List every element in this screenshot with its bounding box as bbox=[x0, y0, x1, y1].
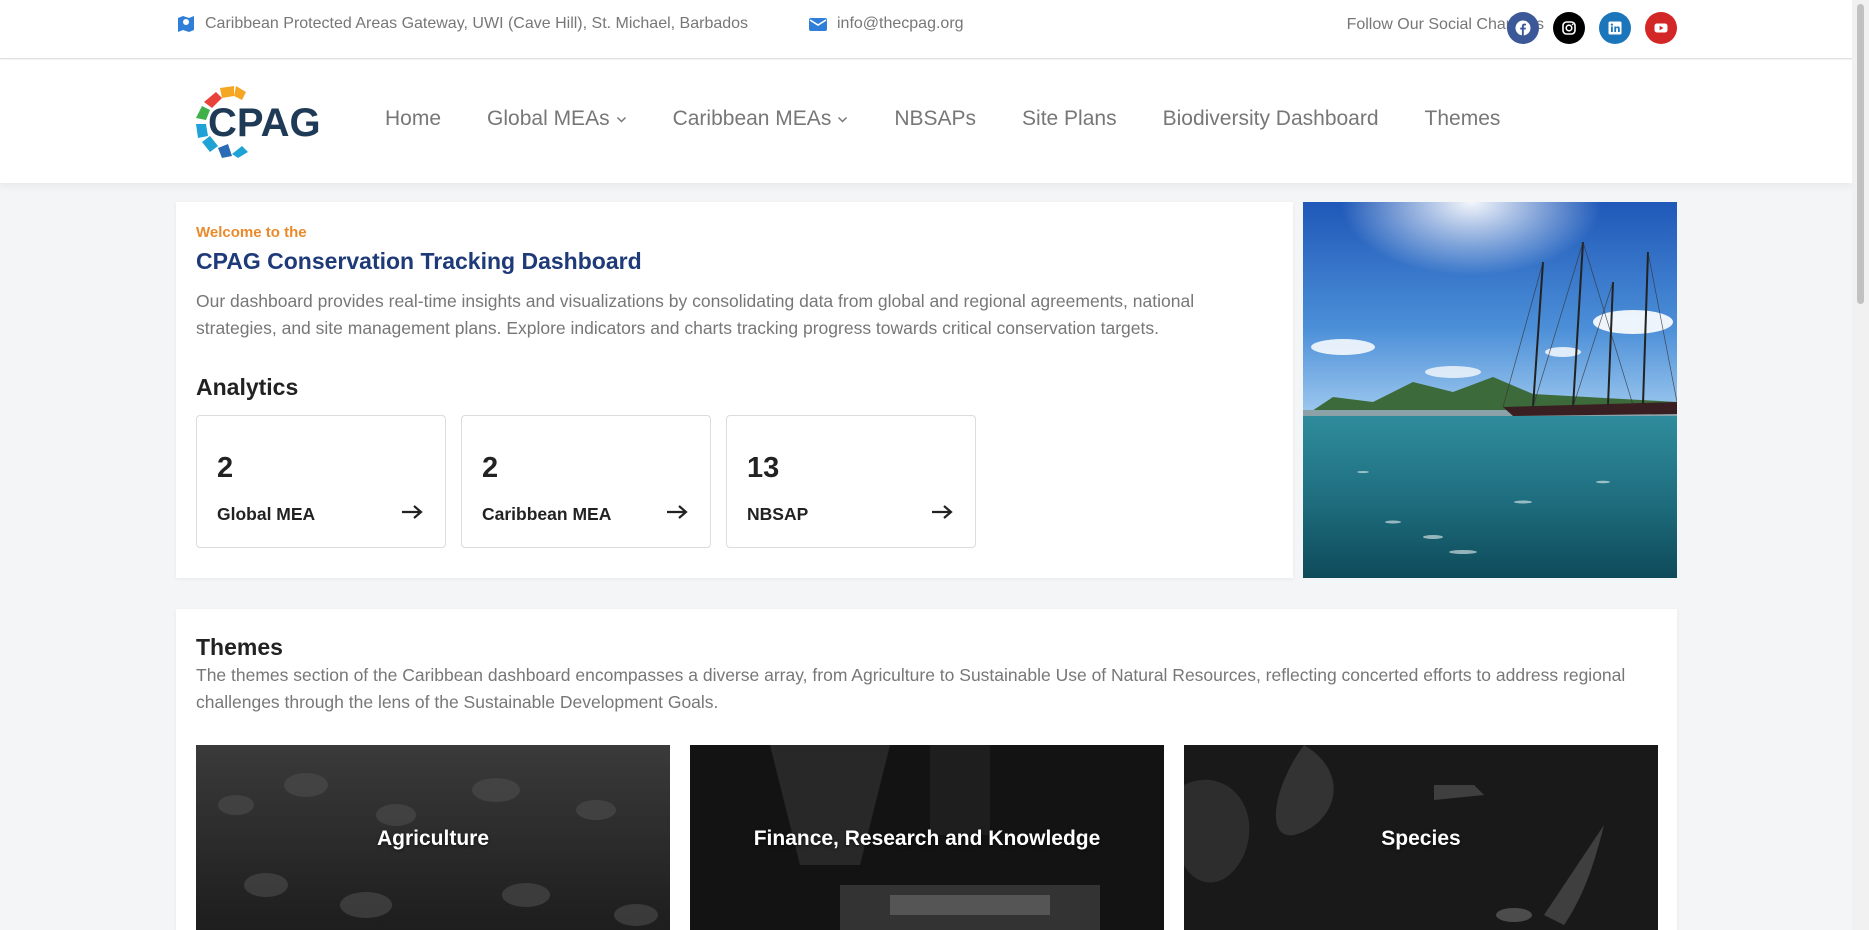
address-info: Caribbean Protected Areas Gateway, UWI (… bbox=[176, 14, 748, 34]
facebook-icon[interactable] bbox=[1507, 12, 1539, 44]
page-scrollbar[interactable] bbox=[1852, 0, 1869, 930]
theme-tile-label: Species bbox=[1381, 827, 1461, 850]
analytics-card-caribbean-mea[interactable]: 2 Caribbean MEA bbox=[461, 415, 711, 548]
page-title: CPAG Conservation Tracking Dashboard bbox=[196, 248, 642, 274]
chevron-down-icon bbox=[838, 116, 848, 123]
logo-text: CPAG bbox=[208, 101, 321, 145]
email-link[interactable]: info@thecpag.org bbox=[837, 15, 964, 33]
analytics-card-global-mea[interactable]: 2 Global MEA bbox=[196, 415, 446, 548]
card-label: NBSAP bbox=[747, 504, 809, 524]
youtube-icon[interactable] bbox=[1645, 12, 1677, 44]
card-count: 2 bbox=[482, 452, 499, 484]
analytics-heading: Analytics bbox=[196, 374, 299, 400]
envelope-icon bbox=[809, 18, 827, 31]
card-count: 2 bbox=[217, 452, 234, 484]
theme-tile-species[interactable]: Species bbox=[1184, 745, 1658, 930]
social-links bbox=[1507, 12, 1677, 44]
scrollbar-thumb[interactable] bbox=[1857, 4, 1864, 304]
nav-item-themes[interactable]: Themes bbox=[1425, 107, 1501, 131]
analytics-card-nbsap[interactable]: 13 NBSAP bbox=[726, 415, 976, 548]
nav-item-site-plans[interactable]: Site Plans bbox=[1022, 107, 1117, 131]
instagram-icon[interactable] bbox=[1553, 12, 1585, 44]
nav-item-nbsaps[interactable]: NBSAPs bbox=[894, 107, 976, 131]
top-info-bar: Caribbean Protected Areas Gateway, UWI (… bbox=[0, 0, 1852, 59]
welcome-description: Our dashboard provides real-time insight… bbox=[196, 291, 1195, 338]
arrow-right-icon bbox=[667, 505, 688, 519]
main-navbar: CPAG Home Global MEAs Caribbean MEAs NBS… bbox=[0, 60, 1852, 183]
theme-tiles: Agriculture Finance, Research and Knowle… bbox=[196, 745, 1658, 930]
chevron-down-icon bbox=[616, 116, 626, 123]
arrow-right-icon bbox=[402, 505, 423, 519]
card-count: 13 bbox=[747, 452, 780, 484]
email-info[interactable]: info@thecpag.org bbox=[808, 14, 964, 34]
welcome-eyebrow: Welcome to the bbox=[196, 224, 307, 241]
nav-item-biodiversity-dashboard[interactable]: Biodiversity Dashboard bbox=[1163, 107, 1379, 131]
card-label: Global MEA bbox=[217, 504, 316, 524]
themes-heading: Themes bbox=[196, 634, 283, 660]
address-text: Caribbean Protected Areas Gateway, UWI (… bbox=[205, 15, 749, 32]
nav-menu: Home Global MEAs Caribbean MEAs NBSAPs S… bbox=[385, 107, 1500, 131]
map-pin-icon bbox=[178, 16, 194, 32]
hero-harbour-image bbox=[1303, 202, 1677, 578]
nav-item-global-meas[interactable]: Global MEAs bbox=[487, 107, 627, 131]
welcome-card: Welcome to the CPAG Conservation Trackin… bbox=[176, 202, 1293, 578]
analytics-cards: 2 Global MEA 2 Caribbean MEA 13 NBSAP bbox=[196, 415, 976, 548]
nav-item-caribbean-meas[interactable]: Caribbean MEAs bbox=[673, 107, 849, 131]
arrow-right-icon bbox=[932, 505, 953, 519]
linkedin-icon[interactable] bbox=[1599, 12, 1631, 44]
card-label: Caribbean MEA bbox=[482, 504, 612, 524]
nav-item-home[interactable]: Home bbox=[385, 107, 441, 131]
theme-tile-label: Finance, Research and Knowledge bbox=[753, 827, 1101, 850]
themes-description: The themes section of the Caribbean dash… bbox=[196, 665, 1626, 712]
cpag-logo[interactable]: CPAG bbox=[194, 84, 322, 160]
theme-tile-label: Agriculture bbox=[376, 827, 489, 850]
theme-tile-agriculture[interactable]: Agriculture bbox=[196, 745, 670, 930]
theme-tile-finance-research-knowledge[interactable]: Finance, Research and Knowledge bbox=[690, 745, 1164, 930]
themes-section: Themes The themes section of the Caribbe… bbox=[176, 609, 1677, 930]
